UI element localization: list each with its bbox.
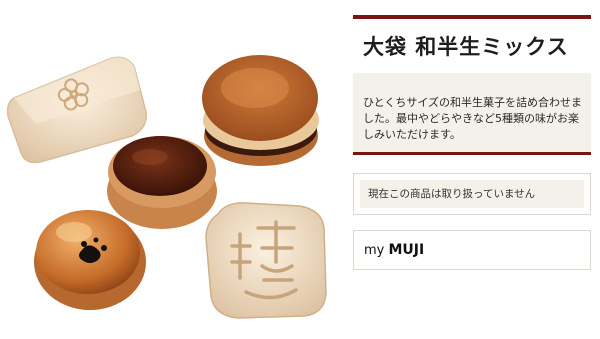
product-title: 大袋 和半生ミックス: [363, 35, 569, 59]
availability-status-text: 現在この商品は取り扱っていません: [360, 180, 584, 208]
mymuji-prefix: my: [364, 243, 385, 258]
product-card: 大袋 和半生ミックス ひとくちサイズの和半生菓子を詰め合わせました。最中やどらや…: [353, 15, 591, 155]
manju-sweet: [107, 136, 217, 229]
product-photo: [0, 0, 340, 335]
mymuji-brand: MUJI: [388, 242, 425, 258]
product-info-panel: 大袋 和半生ミックス ひとくちサイズの和半生菓子を詰め合わせました。最中やどらや…: [353, 0, 591, 270]
product-description: ひとくちサイズの和半生菓子を詰め合わせました。最中やどらやきなど5種類の味がお楽…: [353, 73, 591, 155]
square-pressed-sweet: [205, 202, 327, 319]
availability-status-box: 現在この商品は取り扱っていません: [353, 173, 591, 215]
sesame-bun-sweet: [34, 210, 146, 310]
mymuji-link[interactable]: my MUJI: [353, 230, 591, 270]
dorayaki-sweet: [202, 55, 319, 166]
